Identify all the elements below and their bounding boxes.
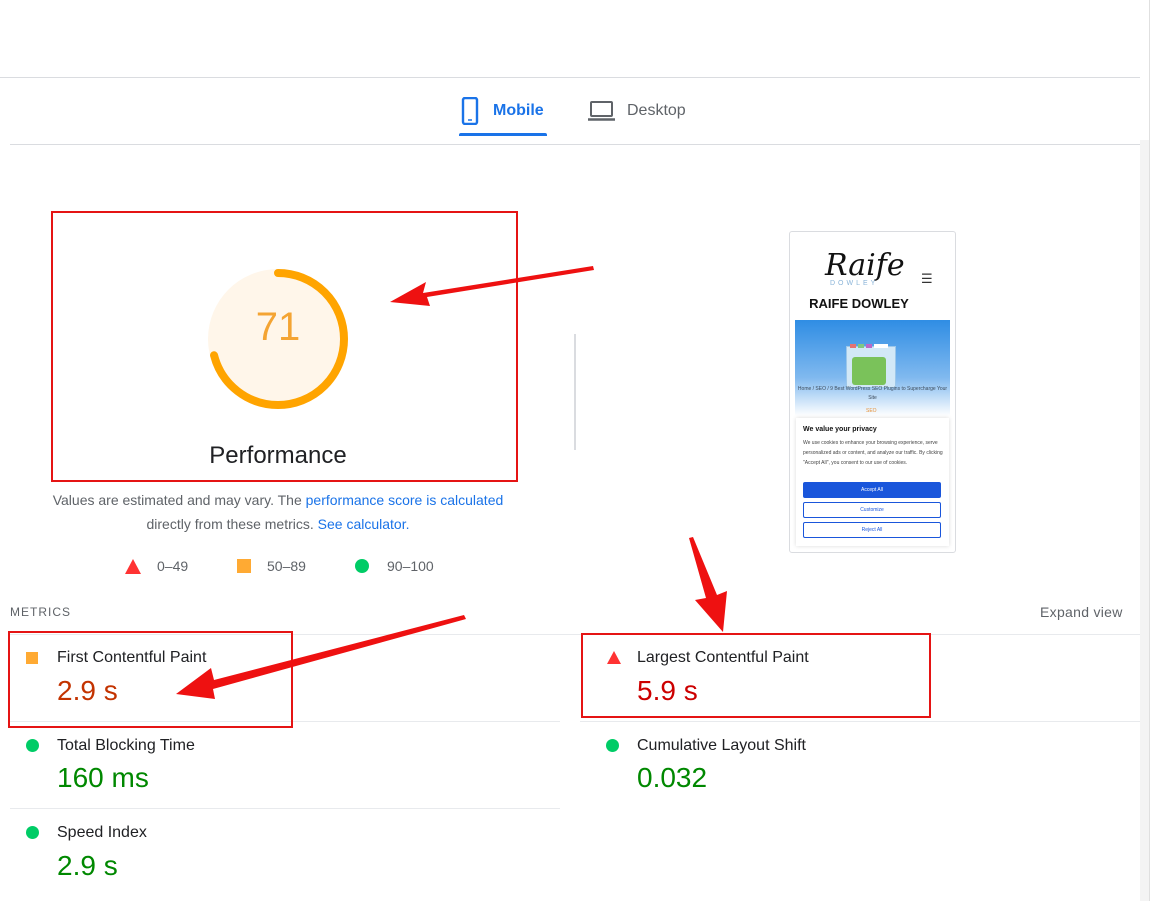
triangle-icon [125,558,141,574]
menu-icon: ☰ [921,271,933,286]
legend-good: 90–100 [355,558,434,574]
tab-mobile[interactable]: Mobile [459,86,544,136]
site-logo-subtitle: DOWLEY [830,280,879,287]
tab-mobile-label: Mobile [493,102,544,119]
privacy-title: We value your privacy [803,426,877,433]
header-divider [0,77,1140,78]
active-tab-indicator [459,133,547,136]
square-icon [237,559,251,573]
scrollbar[interactable] [1140,140,1149,901]
legend-average: 50–89 [237,558,306,574]
reject-all-button[interactable]: Reject All [803,522,941,538]
tab-desktop[interactable]: Desktop [588,86,686,136]
good-circle-icon [26,826,39,839]
smartphone-icon [461,97,479,125]
see-calculator-link[interactable]: See calculator. [318,516,410,532]
estimate-text-2: directly from these metrics. [146,516,318,532]
expand-view-button[interactable]: Expand view [1040,604,1123,620]
vertical-divider [574,334,576,450]
tab-desktop-label: Desktop [627,102,686,119]
metric-row-divider [10,808,560,809]
circle-icon [355,559,369,573]
metric-tbt-value: 160 ms [57,762,149,793]
annotation-box-score [51,211,518,482]
annotation-box-lcp [581,633,931,718]
metric-si-label: Speed Index [57,824,147,841]
metrics-heading: METRICS [10,605,71,619]
privacy-body: We use cookies to enhance your browsing … [803,440,943,466]
good-circle-icon [26,739,39,752]
customize-button[interactable]: Customize [803,502,941,518]
metric-row-divider [580,721,1140,722]
metric-tbt-label: Total Blocking Time [57,737,195,754]
legend-poor-label: 0–49 [157,558,189,574]
score-calculated-link[interactable]: performance score is calculated [306,492,504,508]
site-name: RAIFE DOWLEY [809,296,909,311]
tabs-divider [10,144,1140,145]
puzzle-icon [852,357,886,385]
legend-average-label: 50–89 [267,558,306,574]
legend-poor: 0–49 [125,558,188,574]
good-circle-icon [606,739,619,752]
metric-si-value: 2.9 s [57,850,118,881]
window-dots-icon [850,344,890,348]
annotation-arrow-lcp [689,537,727,632]
laptop-icon [588,101,615,121]
estimate-note: Values are estimated and may vary. The p… [30,488,526,536]
estimate-text-1: Values are estimated and may vary. The [52,492,306,508]
hero-tag: SEO [866,408,877,414]
annotation-box-fcp [8,631,293,728]
metric-cls-value: 0.032 [637,762,708,793]
site-logo-script: Raife [825,248,905,283]
window-edge [1149,0,1150,901]
legend-good-label: 90–100 [387,558,434,574]
accept-all-button[interactable]: Accept All [803,482,941,498]
metric-cls-label: Cumulative Layout Shift [637,737,806,754]
hero-caption: Home / SEO / 9 Best WordPress SEO Plugin… [797,386,948,401]
